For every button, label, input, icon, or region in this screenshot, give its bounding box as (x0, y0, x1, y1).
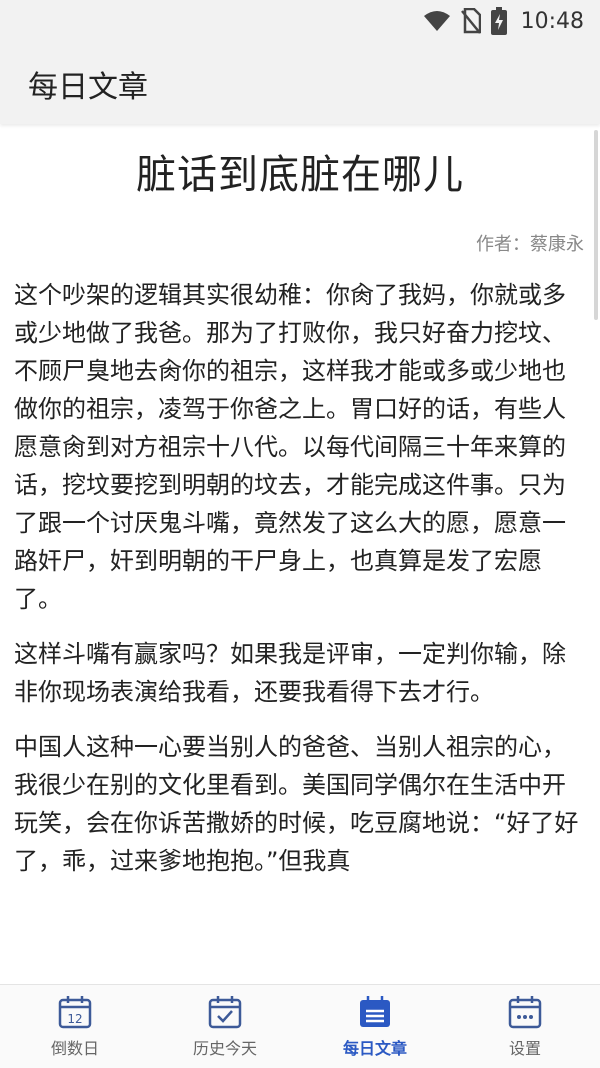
calendar-dots-icon (508, 996, 542, 1029)
article-paragraph: 中国人这种一心要当别人的爸爸、当别人祖宗的心，我很少在别的文化里看到。美国同学偶… (14, 733, 579, 875)
status-time: 10:48 (520, 8, 584, 34)
nav-item-settings[interactable]: 设置 (450, 985, 600, 1068)
bottom-nav: 12 倒数日 历史今天 每日文章 设置 (0, 984, 600, 1068)
article-title: 脏话到底脏在哪儿 (136, 152, 464, 198)
nav-label: 每日文章 (342, 1039, 407, 1058)
status-bar: 10:48 (0, 0, 600, 44)
status-icons: 10:48 (423, 6, 584, 36)
nav-label: 历史今天 (192, 1039, 257, 1058)
article-content[interactable]: 脏话到底脏在哪儿 作者：蔡康永 这个吵架的逻辑其实很幼稚：你肏了我妈，你就或多或… (0, 124, 600, 984)
nav-item-daily-article[interactable]: 每日文章 (300, 985, 450, 1068)
article-paragraph: 这样斗嘴有赢家吗？如果我是评审，一定判你输，除非你现场表演给我看，还要我看得下去… (14, 640, 566, 706)
article-body: 这个吵架的逻辑其实很幼稚：你肏了我妈，你就或多或少地做了我爸。那为了打败你，我只… (14, 276, 586, 897)
no-sim-icon (460, 8, 481, 34)
calendar-day-number: 12 (67, 1012, 82, 1026)
nav-item-history-today[interactable]: 历史今天 (150, 985, 300, 1068)
app-bar: 每日文章 (0, 44, 600, 124)
app-title: 每日文章 (28, 70, 148, 105)
article-author: 作者：蔡康永 (476, 234, 584, 255)
calendar-article-icon (360, 996, 390, 1027)
wifi-icon (423, 11, 450, 31)
nav-item-countdown[interactable]: 12 倒数日 (0, 985, 150, 1068)
calendar-check-icon (208, 996, 242, 1029)
calendar-12-icon: 12 (58, 996, 92, 1029)
nav-label: 设置 (508, 1039, 541, 1058)
article-paragraph: 这个吵架的逻辑其实很幼稚：你肏了我妈，你就或多或少地做了我爸。那为了打败你，我只… (14, 281, 566, 613)
scrollbar[interactable] (594, 130, 598, 320)
nav-label: 倒数日 (50, 1039, 99, 1058)
battery-charging-icon (490, 7, 507, 35)
